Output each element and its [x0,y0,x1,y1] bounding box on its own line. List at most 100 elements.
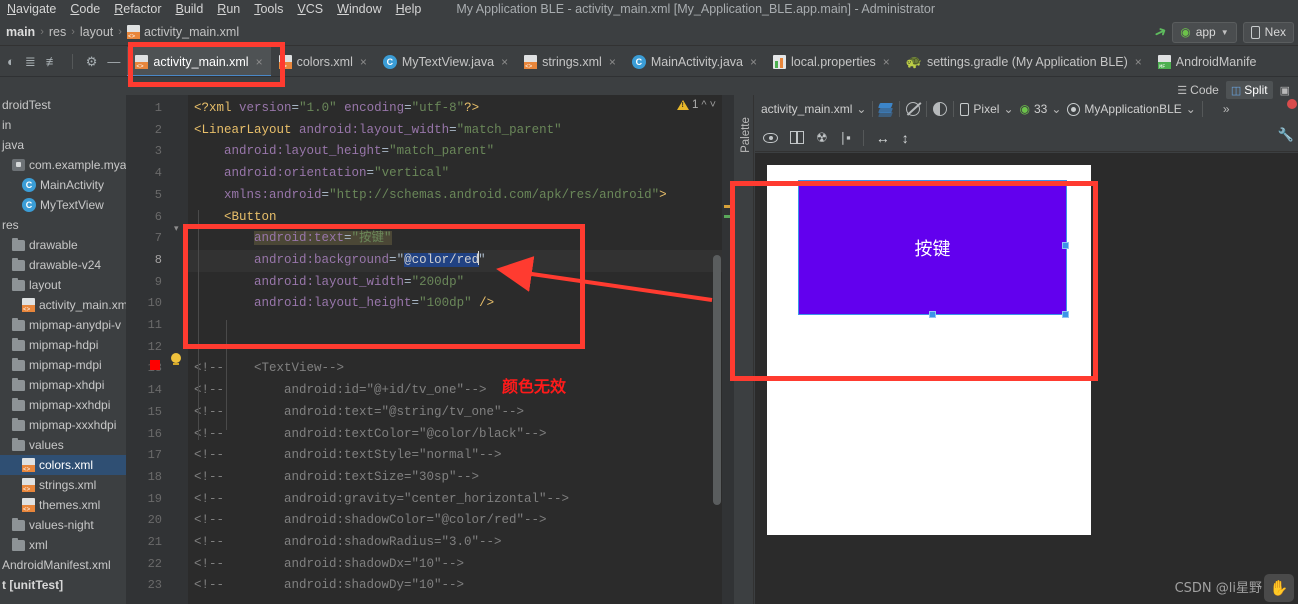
code-line-20[interactable]: <!-- android:shadowColor="@color/red"--> [194,510,547,532]
collapse-all-icon[interactable]: ≢ [46,55,59,68]
button-preview[interactable]: 按键 [798,180,1067,315]
code-editor[interactable]: 1234567891011121314151617181920212223 ▾ … [126,95,734,604]
toolbar-overflow-icon[interactable]: » [1223,102,1230,116]
tree-item-t-unittest[interactable]: t [unitTest] [0,575,126,595]
code-line-17[interactable]: <!-- android:textStyle="normal"--> [194,445,502,467]
menu-item-tools[interactable]: Tools [247,0,290,18]
close-icon[interactable]: × [750,55,757,69]
tab-colors-xml[interactable]: colors.xml × [271,47,375,76]
close-icon[interactable]: × [360,55,367,69]
code-line-16[interactable]: <!-- android:textColor="@color/black"--> [194,424,547,446]
back-navigation-icon[interactable]: ◐ [7,55,15,68]
code-line-5[interactable]: xmlns:android="http://schemas.android.co… [194,185,667,207]
view-mode-design[interactable]: ▣ [1275,82,1294,99]
menu-item-navigate[interactable]: Navigate [0,0,63,18]
layout-columns-icon[interactable] [790,131,804,144]
intention-bulb-icon[interactable] [170,353,182,367]
ghost-preview-icon[interactable] [906,102,921,116]
wrench-icon[interactable]: 🔧 [1278,127,1294,143]
menu-item-run[interactable]: Run [210,0,247,18]
tab-settings-gradle[interactable]: 🐢 settings.gradle (My Application BLE) × [898,47,1150,76]
tree-item-mipmap-mdpi[interactable]: mipmap-mdpi [0,355,126,375]
chevron-down-icon[interactable]: ˅ [710,99,716,111]
tree-item-mytextview[interactable]: C MyTextView [0,195,126,215]
tab-activity-main-xml[interactable]: activity_main.xml × [127,47,271,76]
design-canvas[interactable]: 按键 [755,153,1298,604]
code-line-6[interactable]: <Button [194,207,277,229]
tree-item-mipmap-anydpi-v[interactable]: mipmap-anydpi-v [0,315,126,335]
close-icon[interactable]: × [883,55,890,69]
breadcrumb-layout[interactable]: layout [80,25,113,39]
match-height-icon[interactable]: ↕ [902,130,909,146]
view-mode-code[interactable]: ☰ Code [1172,81,1224,99]
menu-item-vcs[interactable]: VCS [290,0,330,18]
code-line-10[interactable]: android:layout_height="100dp" /> [194,293,494,315]
gear-icon[interactable]: ⚙ [86,55,98,68]
device-selector[interactable]: Nex [1242,21,1294,43]
breadcrumb-main[interactable]: main [6,25,35,39]
palette-strip[interactable]: Palette [734,95,754,604]
close-icon[interactable]: × [609,55,616,69]
inspection-summary[interactable]: 1 ^ ˅ [676,99,716,111]
tree-item-androidmanifest-xml[interactable]: AndroidManifest.xml [0,555,126,575]
match-width-icon[interactable]: ↔ [876,130,890,146]
night-mode-icon[interactable] [933,102,948,116]
code-line-3[interactable]: android:layout_height="match_parent" [194,141,494,163]
tree-item-mainactivity[interactable]: C MainActivity [0,175,126,195]
resize-handle-bottom[interactable] [929,311,936,318]
tree-item-values[interactable]: values [0,435,126,455]
code-line-23[interactable]: <!-- android:shadowDy="10"--> [194,575,464,597]
code-content[interactable]: <?xml version="1.0" encoding="utf-8"?> <L… [188,95,734,604]
code-line-18[interactable]: <!-- android:textSize="30sp"--> [194,467,479,489]
tree-item-mipmap-hdpi[interactable]: mipmap-hdpi [0,335,126,355]
tab-local-properties[interactable]: local.properties × [765,47,898,76]
tree-item-strings-xml[interactable]: strings.xml [0,475,126,495]
code-line-2[interactable]: <LinearLayout android:layout_width="matc… [194,120,562,142]
close-icon[interactable]: × [1135,55,1142,69]
code-line-19[interactable]: <!-- android:gravity="center_horizontal"… [194,489,569,511]
view-mode-split[interactable]: ◫ Split [1225,81,1273,99]
code-line-9[interactable]: android:layout_width="200dp" [194,272,464,294]
visibility-icon[interactable] [763,132,778,143]
color-swatch-red[interactable] [150,360,160,370]
design-surface-icon[interactable] [878,102,894,117]
tree-item-mipmap-xxhdpi[interactable]: mipmap-xxhdpi [0,395,126,415]
run-configuration-selector[interactable]: ◉ app ▼ [1172,21,1237,43]
expand-all-icon[interactable]: ≣ [25,55,36,68]
device-preview-selector[interactable]: Pixel ⌄ [960,102,1014,116]
code-line-4[interactable]: android:orientation="vertical" [194,163,449,185]
tree-item-droidtest[interactable]: droidTest [0,95,126,115]
tree-item-drawable-v24[interactable]: drawable-v24 [0,255,126,275]
tree-item-mipmap-xhdpi[interactable]: mipmap-xhdpi [0,375,126,395]
code-line-13[interactable]: <!-- <TextView--> [194,358,344,380]
clear-constraints-icon[interactable]: ∣▪ [840,130,851,146]
code-line-14[interactable]: <!-- android:id="@+id/tv_one"--> [194,380,487,402]
code-line-7[interactable]: android:text="按键" [194,228,392,250]
api-level-selector[interactable]: ◉ 33 ⌄ [1020,102,1062,116]
tab-mainactivity-java[interactable]: C MainActivity.java × [624,47,765,76]
tree-item-in[interactable]: in [0,115,126,135]
tree-item-java[interactable]: java [0,135,126,155]
stripe-change-mark[interactable] [724,215,732,218]
tree-item-xml[interactable]: xml [0,535,126,555]
stripe-warning-mark[interactable] [724,205,732,208]
project-tool-window[interactable]: droidTest in java com.example.myap C MainActi… [0,95,126,604]
magnet-off-icon[interactable]: ☢ [816,130,828,146]
tree-item-com-example-myap[interactable]: com.example.myap [0,155,126,175]
tab-androidmanifest-xml[interactable]: AndroidManife [1150,47,1265,76]
code-fold-icon[interactable]: ▾ [174,223,179,234]
tree-item-mipmap-xxxhdpi[interactable]: mipmap-xxxhdpi [0,415,126,435]
editor-gutter[interactable]: 1234567891011121314151617181920212223 [126,95,188,604]
tree-item-layout[interactable]: layout [0,275,126,295]
tab-strings-xml[interactable]: strings.xml × [516,47,624,76]
theme-selector[interactable]: MyApplicationBLE ⌄ [1067,102,1196,116]
tree-item-values-night[interactable]: values-night [0,515,126,535]
device-frame[interactable]: 按键 [767,165,1091,535]
hide-panel-icon[interactable]: — [107,55,120,68]
menu-item-build[interactable]: Build [168,0,210,18]
breadcrumb-activity-main-xml[interactable]: activity_main.xml [144,25,239,39]
error-stripe[interactable] [722,95,734,604]
code-line-22[interactable]: <!-- android:shadowDx="10"--> [194,554,464,576]
menu-item-refactor[interactable]: Refactor [107,0,168,18]
tree-item-activity-main-xm[interactable]: activity_main.xm [0,295,126,315]
